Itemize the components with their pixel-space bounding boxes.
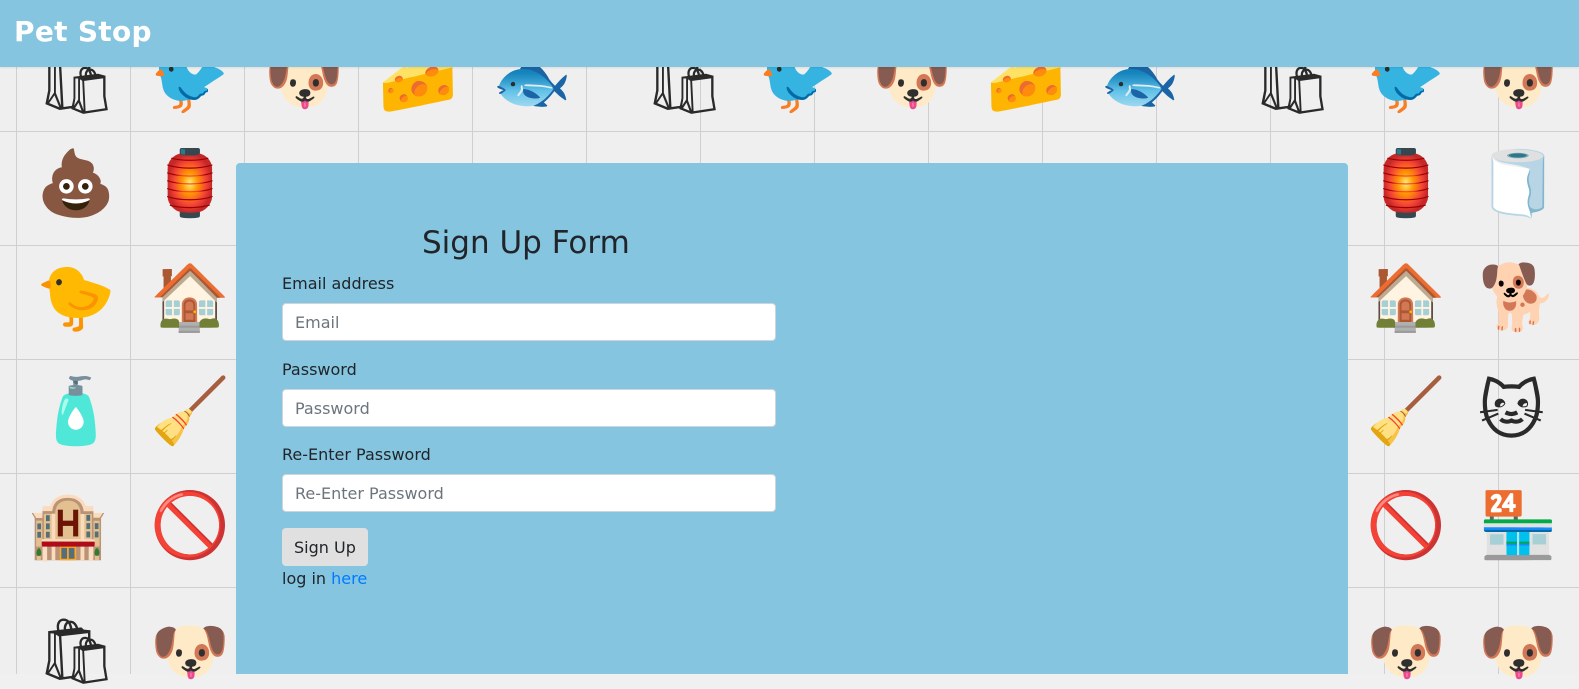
dog-face-icon: 🐶	[150, 615, 230, 689]
email-input[interactable]	[282, 303, 776, 341]
password-input[interactable]	[282, 389, 776, 427]
poop-icon: 💩	[36, 147, 116, 221]
password-label: Password	[282, 360, 357, 379]
no-pets-sign-icon: 🚫	[150, 489, 230, 563]
signup-panel: Sign Up Form Email address Password Re-E…	[236, 163, 1348, 674]
dog-food-bag-icon: 🛍	[36, 615, 118, 689]
no-pets-sign-icon: 🚫	[1366, 489, 1446, 563]
dog-house-icon: 🏠	[1366, 261, 1446, 335]
bird-cage-icon: 🏮	[150, 147, 230, 221]
top-navbar: Pet Stop	[0, 0, 1579, 67]
login-prompt: log in here	[282, 569, 367, 588]
email-label: Email address	[282, 274, 395, 293]
litter-scoop-icon: 🧹	[150, 375, 230, 449]
bird-cage-icon: 🏮	[1366, 147, 1446, 221]
reenter-password-label: Re-Enter Password	[282, 445, 431, 464]
pet-shop-icon: 🏪	[1478, 489, 1558, 563]
dog-walking-icon: 🐕	[1478, 261, 1558, 335]
reenter-password-input[interactable]	[282, 474, 776, 512]
chick-icon: 🐤	[36, 261, 116, 335]
dog-hotel-sign-icon: 🏨	[28, 489, 108, 563]
dog-face-icon: 🐶	[1366, 615, 1446, 689]
lint-roller-icon: 🧻	[1478, 147, 1558, 221]
dog-house-icon: 🏠	[150, 261, 230, 335]
cat-food-bag-icon: 🐱	[1478, 375, 1545, 449]
form-title: Sign Up Form	[422, 225, 630, 261]
login-prefix-text: log in	[282, 569, 327, 588]
brand-title[interactable]: Pet Stop	[14, 15, 152, 48]
dog-face-icon: 🐶	[1478, 615, 1558, 689]
login-here-link[interactable]: here	[331, 569, 367, 588]
sign-up-button[interactable]: Sign Up	[282, 528, 368, 566]
litter-scoop-icon: 🧹	[1366, 375, 1446, 449]
shampoo-bottle-icon: 🧴	[36, 375, 116, 449]
